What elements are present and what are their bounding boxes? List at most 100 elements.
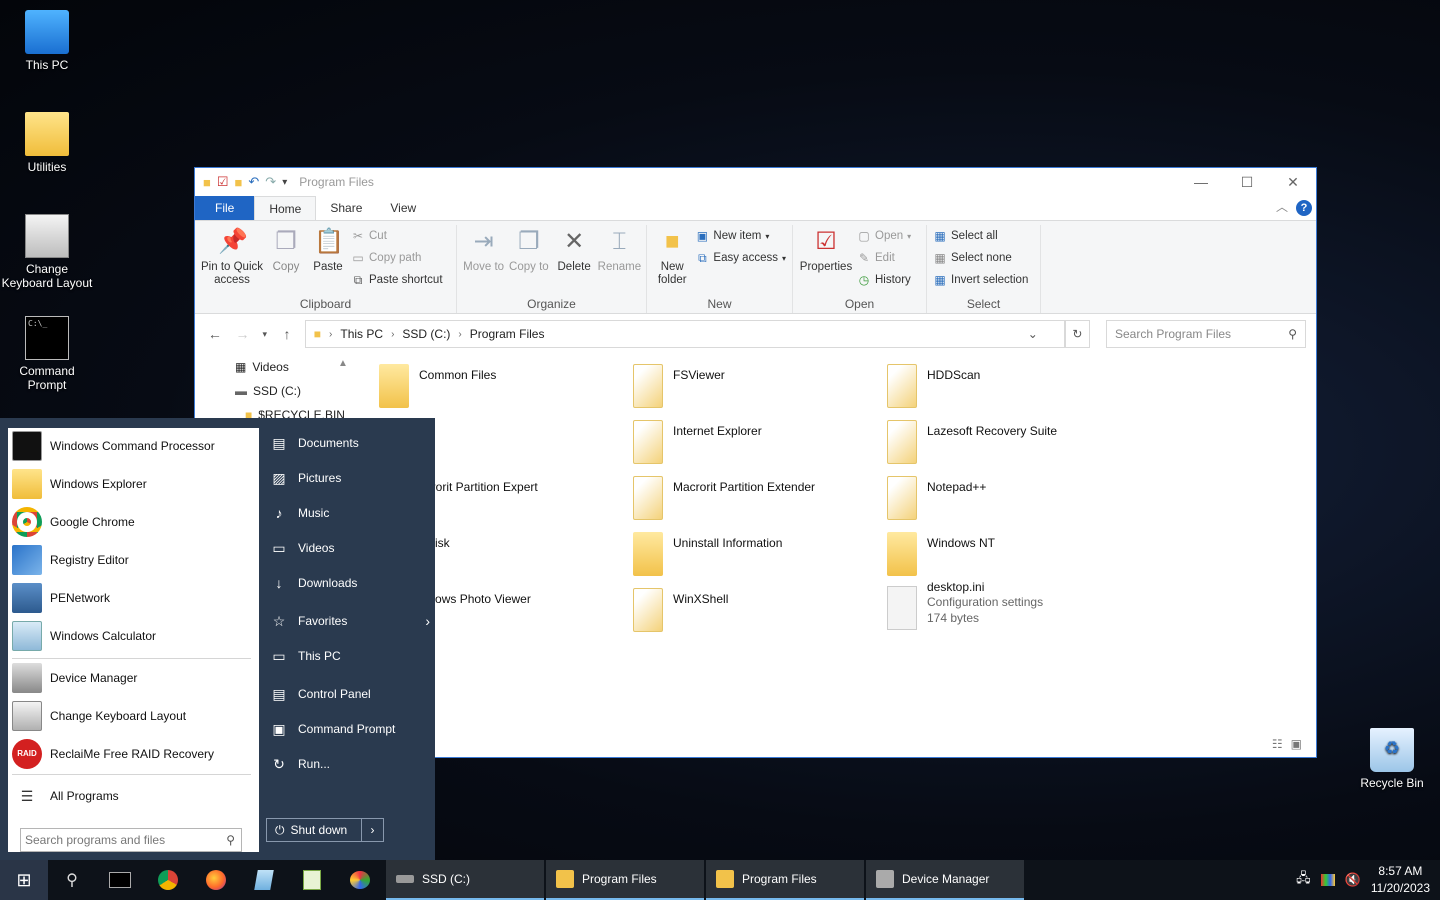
start-item-label: Run... <box>298 757 331 771</box>
start-item-favorites[interactable]: ☆ Favorites › <box>270 606 430 636</box>
refresh-icon[interactable]: ↻ <box>1064 320 1090 348</box>
display-color-icon[interactable] <box>1320 874 1335 886</box>
new-item-icon: ▣ <box>696 229 709 243</box>
start-item-music[interactable]: ♪ Music <box>270 498 430 528</box>
desktop-icon-change-keyboard-layout[interactable]: Change Keyboard Layout <box>0 214 94 290</box>
taskbar-paint-icon[interactable] <box>336 860 384 900</box>
select-none-button[interactable]: ▦ Select none <box>933 250 1028 266</box>
program-windows-command-processor[interactable]: Windows Command Processor <box>8 428 259 464</box>
list-item[interactable]: Windows NT <box>887 532 1137 584</box>
shutdown-options-chevron-icon[interactable]: › <box>361 819 383 841</box>
taskbar-search-icon[interactable]: ⚲ <box>48 860 96 900</box>
list-item[interactable]: HDDScan <box>887 364 1137 416</box>
minimize-button[interactable]: — <box>1178 168 1224 196</box>
start-button[interactable]: ⊞ <box>0 860 48 900</box>
recent-locations-chevron-icon[interactable]: ▾ <box>260 329 269 340</box>
copy-path-button[interactable]: ▭ Copy path <box>351 250 443 266</box>
up-arrow-icon[interactable]: ↑ <box>277 326 297 342</box>
history-icon: ◷ <box>858 273 870 287</box>
customize-qa-chevron-icon[interactable]: ▾ <box>282 177 287 188</box>
new-folder-qa-icon[interactable]: ■ <box>235 175 243 190</box>
taskbar-task-device-manager[interactable]: Device Manager <box>866 860 1024 900</box>
desktop-icon-utilities[interactable]: Utilities <box>0 112 94 174</box>
properties-qa-icon[interactable]: ☑ <box>217 174 229 190</box>
paste-shortcut-button[interactable]: ⧉ Paste shortcut <box>351 272 443 288</box>
breadcrumb-program-files[interactable]: Program Files <box>470 327 545 341</box>
address-dropdown-chevron-icon[interactable]: ⌄ <box>1028 327 1038 341</box>
open-button[interactable]: ▢ Open ▾ <box>857 228 911 244</box>
list-item[interactable]: Internet Explorer <box>633 420 883 472</box>
list-item[interactable]: Common Files <box>379 364 629 416</box>
start-item-documents[interactable]: ▤ Documents <box>270 428 430 458</box>
start-item-control-panel[interactable]: ▤ Control Panel <box>270 679 430 709</box>
list-item[interactable]: desktop.ini Configuration settings 174 b… <box>887 578 1137 642</box>
program-penetwork[interactable]: PENetwork <box>8 580 259 616</box>
list-item[interactable]: Notepad++ <box>887 476 1137 528</box>
tab-home[interactable]: Home <box>254 196 317 220</box>
start-item-downloads[interactable]: ↓ Downloads <box>270 568 430 598</box>
address-bar[interactable]: ■ › This PC › SSD (C:) › Program Files ⌄ <box>304 320 1065 348</box>
search-input[interactable]: Search Program Files ⚲ <box>1106 320 1306 348</box>
collapse-ribbon-chevron-icon[interactable]: ︿ <box>1276 198 1288 215</box>
select-all-button[interactable]: ▦ Select all <box>933 228 1028 244</box>
desktop-icon-this-pc[interactable]: This PC <box>0 10 94 72</box>
easy-access-button[interactable]: ⧉ Easy access ▾ <box>695 250 786 266</box>
desktop-icon-command-prompt[interactable]: C:\_ Command Prompt <box>0 316 94 392</box>
history-button[interactable]: ◷ History <box>857 272 911 288</box>
list-item[interactable]: Uninstall Information <box>633 532 883 584</box>
program-reclaime-raid-recovery[interactable]: RAID ReclaiMe Free RAID Recovery <box>8 736 259 772</box>
help-icon[interactable]: ? <box>1296 200 1312 216</box>
start-search-input[interactable]: Search programs and files ⚲ <box>20 828 242 852</box>
list-item[interactable]: FSViewer <box>633 364 883 416</box>
program-windows-calculator[interactable]: Windows Calculator <box>8 618 259 654</box>
maximize-button[interactable]: ☐ <box>1224 168 1270 196</box>
edit-button[interactable]: ✎ Edit <box>857 250 911 266</box>
tab-file[interactable]: File <box>195 196 255 220</box>
program-registry-editor[interactable]: Registry Editor <box>8 542 259 578</box>
start-item-videos[interactable]: ▭ Videos <box>270 533 430 563</box>
start-search-placeholder: Search programs and files <box>25 833 166 847</box>
back-arrow-icon[interactable]: ← <box>205 326 225 342</box>
start-item-this-pc[interactable]: ▭ This PC <box>270 641 430 671</box>
close-button[interactable]: ✕ <box>1270 168 1316 196</box>
nav-scroll-up-icon[interactable]: ▲ <box>338 358 348 369</box>
taskbar-task-program-files-1[interactable]: Program Files <box>546 860 704 900</box>
start-item-pictures[interactable]: ▨ Pictures <box>270 463 430 493</box>
new-item-button[interactable]: ▣ New item ▾ <box>695 228 786 244</box>
program-change-keyboard-layout[interactable]: Change Keyboard Layout <box>8 698 259 734</box>
start-item-run[interactable]: ↻ Run... <box>270 749 430 779</box>
tab-view[interactable]: View <box>376 196 430 220</box>
program-windows-explorer[interactable]: Windows Explorer <box>8 466 259 502</box>
network-icon[interactable]: 🖧 <box>1296 869 1311 891</box>
taskbar-firefox-icon[interactable] <box>192 860 240 900</box>
breadcrumb-this-pc[interactable]: This PC <box>340 327 383 341</box>
tab-share[interactable]: Share <box>316 196 376 220</box>
taskbar-chrome-icon[interactable] <box>144 860 192 900</box>
taskbar-notepadpp-icon[interactable] <box>288 860 336 900</box>
taskbar-task-ssd[interactable]: SSD (C:) <box>386 860 544 900</box>
taskbar-task-program-files-2[interactable]: Program Files <box>706 860 864 900</box>
tiles-view-icon[interactable]: ▣ <box>1291 737 1302 751</box>
shutdown-button[interactable]: ⏻ Shut down <box>267 823 361 838</box>
list-item[interactable]: WinXShell <box>633 588 883 640</box>
list-item[interactable]: Lazesoft Recovery Suite <box>887 420 1137 472</box>
forward-arrow-icon[interactable]: → <box>233 326 253 342</box>
taskbar-notepad-icon[interactable] <box>240 860 288 900</box>
start-item-command-prompt[interactable]: ▣ Command Prompt <box>270 714 430 744</box>
volume-muted-icon[interactable]: 🔇 <box>1345 872 1361 888</box>
program-google-chrome[interactable]: Google Chrome <box>8 504 259 540</box>
taskbar-command-prompt-icon[interactable] <box>96 860 144 900</box>
invert-selection-button[interactable]: ▦ Invert selection <box>933 272 1028 288</box>
details-view-icon[interactable]: ☷ <box>1272 737 1283 751</box>
nav-item-ssd[interactable]: ▬ SSD (C:) <box>235 384 301 398</box>
breadcrumb-ssd[interactable]: SSD (C:) <box>402 327 450 341</box>
redo-icon[interactable]: ↷ <box>265 174 276 190</box>
cut-button[interactable]: ✂ Cut <box>351 228 443 244</box>
undo-icon[interactable]: ↶ <box>248 174 259 190</box>
clock[interactable]: 8:57 AM 11/20/2023 <box>1371 863 1430 897</box>
desktop-icon-recycle-bin[interactable]: ♻ Recycle Bin <box>1345 728 1439 790</box>
all-programs[interactable]: ☰ All Programs <box>8 782 259 810</box>
list-item[interactable]: Macrorit Partition Extender <box>633 476 883 528</box>
nav-item-videos[interactable]: ▦ Videos <box>235 360 289 374</box>
program-device-manager[interactable]: Device Manager <box>8 660 259 696</box>
